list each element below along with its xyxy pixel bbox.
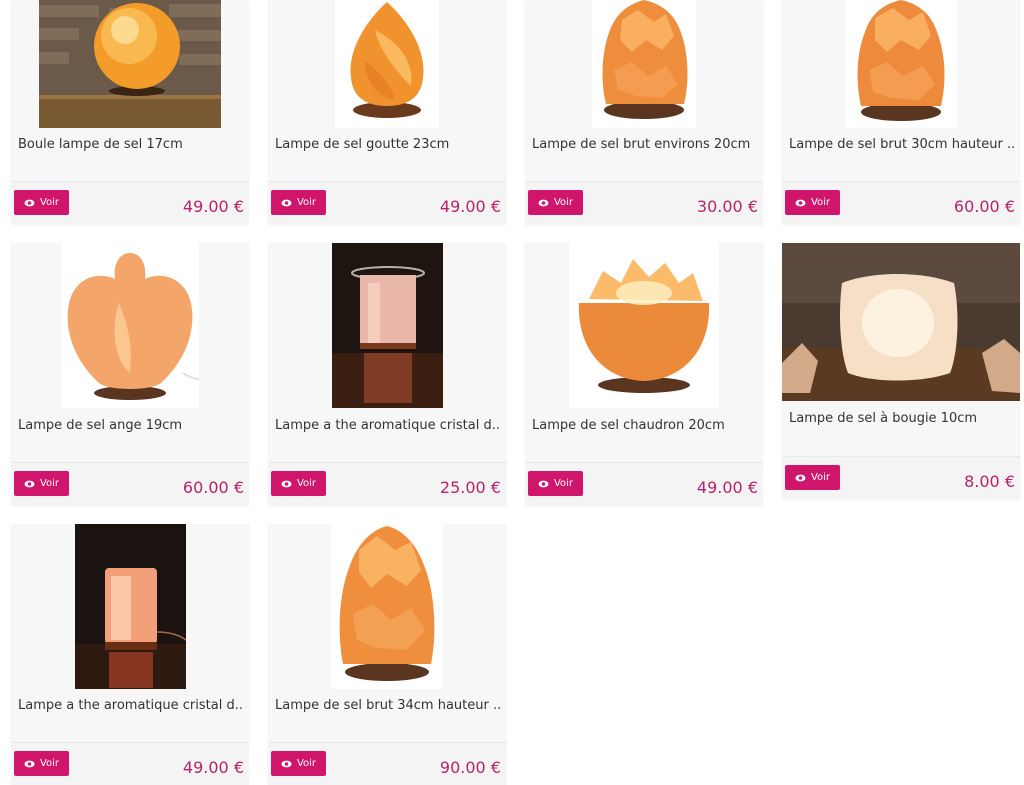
product-title[interactable]: Lampe de sel brut 30cm hauteur ... xyxy=(789,137,1015,152)
product-title[interactable]: Lampe a the aromatique cristal d... xyxy=(275,418,501,433)
product-card[interactable]: Lampe de sel brut environs 20cm Voir 30.… xyxy=(525,0,763,224)
view-button-label: Voir xyxy=(39,197,60,208)
product-footer: Voir 30.00 € xyxy=(525,182,763,224)
angel-salt-lamp-image xyxy=(61,243,199,408)
eye-icon xyxy=(281,480,292,487)
product-price: 25.00 € xyxy=(439,478,501,497)
product-title[interactable]: Lampe de sel goutte 23cm xyxy=(275,137,501,152)
product-title[interactable]: Lampe de sel brut 34cm hauteur ... xyxy=(275,698,501,713)
product-card[interactable]: Lampe de sel chaudron 20cm Voir 49.00 € xyxy=(525,243,763,505)
view-button-label: Voir xyxy=(553,478,574,489)
view-button-label: Voir xyxy=(296,758,317,769)
eye-icon xyxy=(538,480,549,487)
raw-salt-lamp-image xyxy=(592,0,696,128)
aroma-crystal-lamp-image xyxy=(331,243,443,408)
product-price: 60.00 € xyxy=(953,197,1015,216)
product-card[interactable]: Lampe de sel à bougie 10cm Voir 8.00 € xyxy=(782,243,1020,499)
product-image[interactable] xyxy=(268,243,506,408)
product-footer: Voir 49.00 € xyxy=(11,743,249,785)
product-image[interactable] xyxy=(268,0,506,128)
product-footer: Voir 60.00 € xyxy=(782,182,1020,224)
eye-icon xyxy=(24,760,35,767)
view-button[interactable]: Voir xyxy=(271,471,326,496)
product-price: 90.00 € xyxy=(439,758,501,777)
product-image[interactable] xyxy=(782,0,1020,128)
product-card[interactable]: Lampe a the aromatique cristal d... Voir… xyxy=(268,243,506,505)
eye-icon xyxy=(538,199,549,206)
product-footer: Voir 49.00 € xyxy=(268,182,506,224)
candle-salt-holder-image xyxy=(782,243,1020,401)
product-price: 60.00 € xyxy=(182,478,244,497)
product-card[interactable]: Lampe de sel brut 30cm hauteur ... Voir … xyxy=(782,0,1020,224)
raw-salt-lamp-34-image xyxy=(331,524,443,689)
product-card[interactable]: Lampe de sel ange 19cm Voir 60.00 € xyxy=(11,243,249,505)
product-image[interactable] xyxy=(11,0,249,128)
product-card[interactable]: Lampe a the aromatique cristal d... Voir… xyxy=(11,524,249,785)
eye-icon xyxy=(795,474,806,481)
aroma-crystal-lamp-2-image xyxy=(74,524,186,689)
view-button-label: Voir xyxy=(296,197,317,208)
view-button-label: Voir xyxy=(39,758,60,769)
view-button[interactable]: Voir xyxy=(271,751,326,776)
product-card[interactable]: Boule lampe de sel 17cm Voir 49.00 € xyxy=(11,0,249,224)
view-button-label: Voir xyxy=(810,197,831,208)
eye-icon xyxy=(281,199,292,206)
eye-icon xyxy=(24,199,35,206)
product-footer: Voir 90.00 € xyxy=(268,743,506,785)
product-title[interactable]: Boule lampe de sel 17cm xyxy=(18,137,244,152)
eye-icon xyxy=(24,480,35,487)
view-button[interactable]: Voir xyxy=(528,471,583,496)
salt-ball-lamp-image xyxy=(39,0,221,128)
product-image[interactable] xyxy=(525,0,763,128)
view-button-label: Voir xyxy=(296,478,317,489)
product-title[interactable]: Lampe de sel ange 19cm xyxy=(18,418,244,433)
product-title[interactable]: Lampe de sel chaudron 20cm xyxy=(532,418,758,433)
eye-icon xyxy=(795,199,806,206)
product-image[interactable] xyxy=(525,243,763,408)
product-price: 49.00 € xyxy=(182,758,244,777)
view-button[interactable]: Voir xyxy=(14,751,69,776)
eye-icon xyxy=(281,760,292,767)
product-price: 49.00 € xyxy=(182,197,244,216)
cauldron-salt-lamp-image xyxy=(569,243,719,408)
view-button[interactable]: Voir xyxy=(14,190,69,215)
view-button-label: Voir xyxy=(553,197,574,208)
product-price: 30.00 € xyxy=(696,197,758,216)
view-button-label: Voir xyxy=(810,472,831,483)
view-button[interactable]: Voir xyxy=(271,190,326,215)
product-footer: Voir 49.00 € xyxy=(525,463,763,505)
product-image[interactable] xyxy=(11,243,249,408)
product-title[interactable]: Lampe de sel à bougie 10cm xyxy=(789,411,1015,426)
view-button[interactable]: Voir xyxy=(14,471,69,496)
view-button[interactable]: Voir xyxy=(785,190,840,215)
product-footer: Voir 8.00 € xyxy=(782,457,1020,499)
product-title[interactable]: Lampe de sel brut environs 20cm xyxy=(532,137,758,152)
salt-drop-lamp-image xyxy=(335,0,439,128)
product-image[interactable] xyxy=(11,524,249,689)
product-grid: Boule lampe de sel 17cm Voir 49.00 € Lam… xyxy=(0,0,1024,785)
product-footer: Voir 49.00 € xyxy=(11,182,249,224)
product-image[interactable] xyxy=(268,524,506,689)
raw-salt-lamp-tall-image xyxy=(845,0,957,128)
product-title[interactable]: Lampe a the aromatique cristal d... xyxy=(18,698,244,713)
product-card[interactable]: Lampe de sel brut 34cm hauteur ... Voir … xyxy=(268,524,506,785)
product-price: 8.00 € xyxy=(964,472,1015,491)
product-card[interactable]: Lampe de sel goutte 23cm Voir 49.00 € xyxy=(268,0,506,224)
product-image[interactable] xyxy=(782,243,1020,401)
product-price: 49.00 € xyxy=(696,478,758,497)
product-footer: Voir 25.00 € xyxy=(268,463,506,505)
product-price: 49.00 € xyxy=(439,197,501,216)
product-footer: Voir 60.00 € xyxy=(11,463,249,505)
view-button[interactable]: Voir xyxy=(528,190,583,215)
view-button-label: Voir xyxy=(39,478,60,489)
view-button[interactable]: Voir xyxy=(785,465,840,490)
